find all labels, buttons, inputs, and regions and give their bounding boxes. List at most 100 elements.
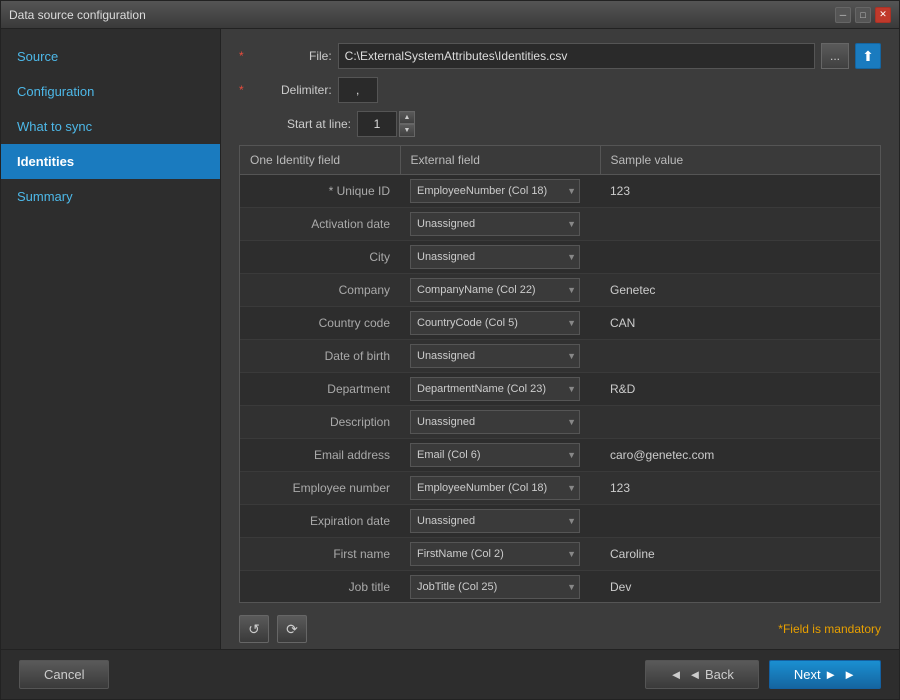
external-field-select[interactable]: Unassigned <box>410 410 580 434</box>
upload-button[interactable]: ⬆ <box>855 43 881 69</box>
table-row: First nameFirstName (Col 2)▼Caroline <box>240 538 880 571</box>
file-required-star: * <box>239 49 244 63</box>
sidebar-item-summary[interactable]: Summary <box>1 179 220 214</box>
maximize-button[interactable]: □ <box>855 7 871 23</box>
spinner-down-button[interactable]: ▼ <box>399 124 415 137</box>
delimiter-input[interactable] <box>338 77 378 103</box>
external-field-select[interactable]: CompanyName (Col 22) <box>410 278 580 302</box>
external-field-select[interactable]: CountryCode (Col 5) <box>410 311 580 335</box>
browse-button[interactable]: ... <box>821 43 849 69</box>
col-one-identity: One Identity field <box>240 146 400 175</box>
spinner-up-button[interactable]: ▲ <box>399 111 415 124</box>
table-row: DescriptionUnassigned▼ <box>240 406 880 439</box>
start-at-line-label: Start at line: <box>253 117 351 131</box>
external-field-select[interactable]: EmployeeNumber (Col 18) <box>410 476 580 500</box>
sample-value-cell: caro@genetec.com <box>600 439 880 472</box>
external-field-select[interactable]: Unassigned <box>410 344 580 368</box>
field-mapping-table: One Identity field External field Sample… <box>240 146 880 603</box>
next-icon: ► <box>843 667 856 682</box>
sidebar-item-what-to-sync[interactable]: What to sync <box>1 109 220 144</box>
col-external: External field <box>400 146 600 175</box>
external-field-select[interactable]: Unassigned <box>410 245 580 269</box>
external-field-cell: Unassigned▼ <box>400 208 600 241</box>
field-name-cell: Country code <box>240 307 400 340</box>
sidebar-item-configuration[interactable]: Configuration <box>1 74 220 109</box>
external-field-cell: Email (Col 6)▼ <box>400 439 600 472</box>
next-button[interactable]: Next ► ► <box>769 660 881 689</box>
col-sample: Sample value <box>600 146 880 175</box>
field-name-cell: Date of birth <box>240 340 400 373</box>
mandatory-note: *Field is mandatory <box>315 622 881 636</box>
field-name-cell: Email address <box>240 439 400 472</box>
table-row: DepartmentDepartmentName (Col 23)▼R&D <box>240 373 880 406</box>
table-row: Email addressEmail (Col 6)▼caro@genetec.… <box>240 439 880 472</box>
external-field-select[interactable]: EmployeeNumber (Col 18) <box>410 179 580 203</box>
table-row: Date of birthUnassigned▼ <box>240 340 880 373</box>
sample-value-cell: R&D <box>600 373 880 406</box>
sample-value-cell <box>600 241 880 274</box>
file-label: File: <box>252 49 332 63</box>
external-field-cell: EmployeeNumber (Col 18)▼ <box>400 175 600 208</box>
sample-value-cell <box>600 340 880 373</box>
table-row: Country codeCountryCode (Col 5)▼CAN <box>240 307 880 340</box>
external-field-cell: Unassigned▼ <box>400 406 600 439</box>
refresh-icon: ⟳ <box>286 621 298 638</box>
back-icon: ◄ <box>670 667 683 682</box>
external-field-cell: Unassigned▼ <box>400 505 600 538</box>
main-window: Data source configuration ─ □ ✕ Source C… <box>0 0 900 700</box>
external-field-select[interactable]: Unassigned <box>410 509 580 533</box>
sample-value-cell <box>600 208 880 241</box>
sample-value-cell: Genetec <box>600 274 880 307</box>
table-header-row: One Identity field External field Sample… <box>240 146 880 175</box>
table-row: CityUnassigned▼ <box>240 241 880 274</box>
close-button[interactable]: ✕ <box>875 7 891 23</box>
field-name-cell: Description <box>240 406 400 439</box>
main-panel: * File: ... ⬆ * Delimiter: Start at line… <box>221 29 899 649</box>
field-name-cell: * Unique ID <box>240 175 400 208</box>
refresh-button[interactable]: ⟳ <box>277 615 307 643</box>
external-field-cell: FirstName (Col 2)▼ <box>400 538 600 571</box>
file-input[interactable] <box>338 43 815 69</box>
reset-icon: ↺ <box>248 621 260 638</box>
content-area: Source Configuration What to sync Identi… <box>1 29 899 649</box>
external-field-select[interactable]: Unassigned <box>410 212 580 236</box>
delimiter-row: * Delimiter: <box>239 77 881 103</box>
back-button[interactable]: ◄ ◄ Back <box>645 660 759 689</box>
external-field-select[interactable]: Email (Col 6) <box>410 443 580 467</box>
sidebar-item-source[interactable]: Source <box>1 39 220 74</box>
field-name-cell: Department <box>240 373 400 406</box>
title-controls: ─ □ ✕ <box>835 7 891 23</box>
sample-value-cell <box>600 406 880 439</box>
sample-value-cell: 123 <box>600 472 880 505</box>
external-field-cell: Unassigned▼ <box>400 340 600 373</box>
start-at-line-spinner: ▲ ▼ <box>357 111 415 137</box>
title-bar: Data source configuration ─ □ ✕ <box>1 1 899 29</box>
table-row: Expiration dateUnassigned▼ <box>240 505 880 538</box>
sample-value-cell <box>600 505 880 538</box>
start-at-line-input[interactable] <box>357 111 397 137</box>
file-row: * File: ... ⬆ <box>239 43 881 69</box>
external-field-cell: JobTitle (Col 25)▼ <box>400 571 600 604</box>
reset-button[interactable]: ↺ <box>239 615 269 643</box>
external-field-cell: DepartmentName (Col 23)▼ <box>400 373 600 406</box>
external-field-select[interactable]: JobTitle (Col 25) <box>410 575 580 599</box>
sample-value-cell: Dev <box>600 571 880 604</box>
sample-value-cell: Caroline <box>600 538 880 571</box>
sidebar-item-identities[interactable]: Identities <box>1 144 220 179</box>
external-field-select[interactable]: FirstName (Col 2) <box>410 542 580 566</box>
field-mapping-table-container[interactable]: One Identity field External field Sample… <box>239 145 881 603</box>
cancel-button[interactable]: Cancel <box>19 660 109 689</box>
external-field-cell: CountryCode (Col 5)▼ <box>400 307 600 340</box>
external-field-select[interactable]: DepartmentName (Col 23) <box>410 377 580 401</box>
table-row: CompanyCompanyName (Col 22)▼Genetec <box>240 274 880 307</box>
field-name-cell: City <box>240 241 400 274</box>
external-field-cell: EmployeeNumber (Col 18)▼ <box>400 472 600 505</box>
start-at-line-row: Start at line: ▲ ▼ <box>239 111 881 137</box>
sample-value-cell: CAN <box>600 307 880 340</box>
sample-value-cell: 123 <box>600 175 880 208</box>
minimize-button[interactable]: ─ <box>835 7 851 23</box>
field-name-cell: Job title <box>240 571 400 604</box>
bottom-bar: ↺ ⟳ *Field is mandatory <box>239 609 881 649</box>
window-title: Data source configuration <box>9 8 146 22</box>
external-field-cell: CompanyName (Col 22)▼ <box>400 274 600 307</box>
